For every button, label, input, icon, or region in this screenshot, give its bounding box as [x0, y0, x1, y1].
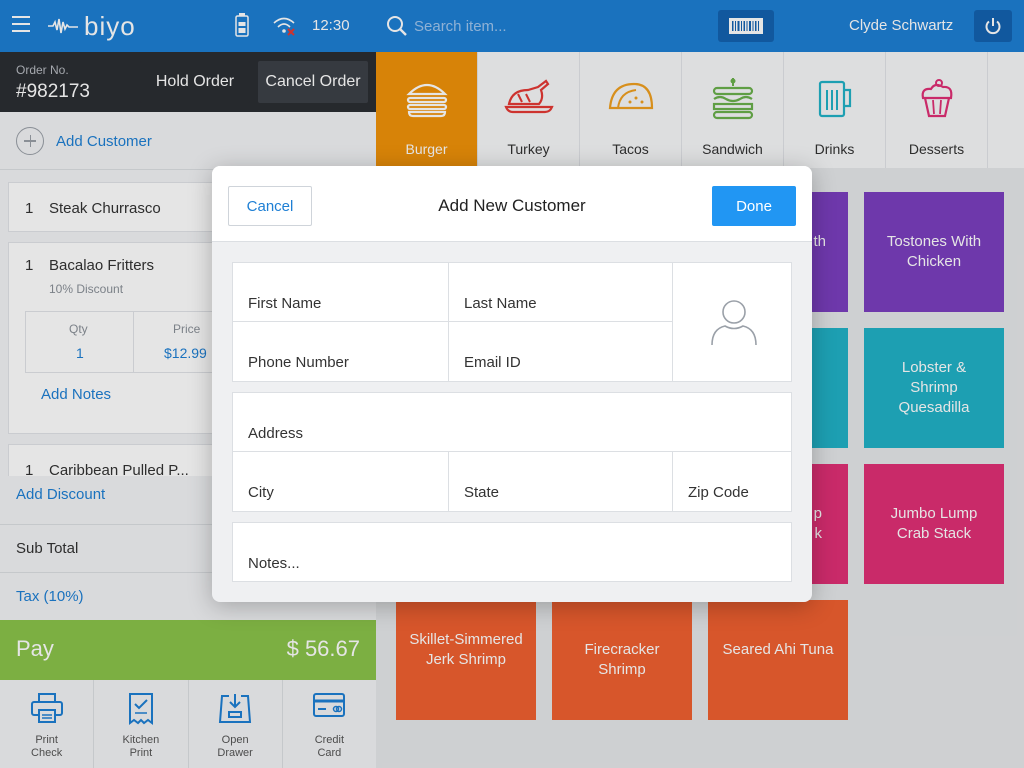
name-contact-fields — [232, 262, 792, 382]
address-field[interactable] — [233, 393, 791, 452]
city-field[interactable] — [233, 452, 448, 511]
notes-fields — [232, 522, 792, 582]
address-fields — [232, 392, 792, 512]
email-field[interactable] — [449, 322, 672, 381]
avatar-placeholder-icon[interactable] — [709, 297, 759, 347]
dialog-header: Cancel Add New Customer Done — [212, 166, 812, 242]
dialog-done-button[interactable]: Done — [712, 186, 796, 226]
notes-field[interactable] — [233, 523, 791, 582]
first-name-field[interactable] — [233, 263, 448, 322]
state-field[interactable] — [449, 452, 672, 511]
zip-code-field[interactable] — [673, 452, 791, 511]
add-customer-dialog: Cancel Add New Customer Done — [212, 166, 812, 602]
last-name-field[interactable] — [449, 263, 672, 322]
phone-number-field[interactable] — [233, 322, 448, 381]
